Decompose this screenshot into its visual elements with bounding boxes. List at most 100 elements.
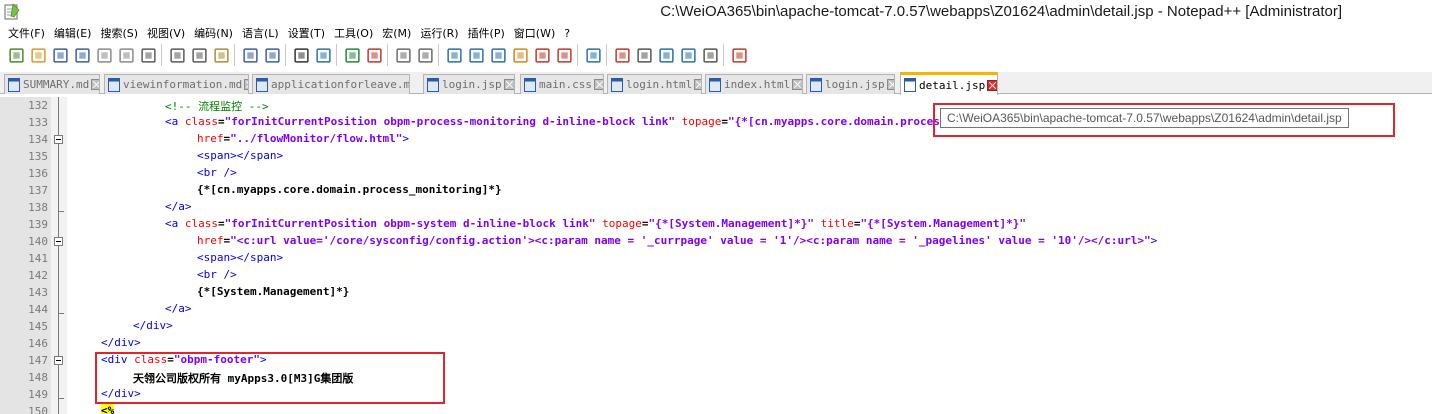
tab-login-html[interactable]: login.html [607,74,702,94]
record-icon[interactable] [611,44,633,66]
code-line[interactable]: 140 href="<c:url value='/core/sysconfig/c… [28,233,1432,250]
token-attr: class [184,115,218,128]
new-icon[interactable] [5,44,27,66]
fold-toggle[interactable] [54,135,63,144]
zoom-in-icon[interactable] [341,44,363,66]
token-plain: {*[System.Management]*} [197,285,350,298]
toolbar-separator [577,44,580,66]
menu-item[interactable]: 窗口(W) [510,25,560,41]
stop-icon[interactable] [633,44,655,66]
close-icon[interactable] [244,79,248,90]
copy-icon[interactable] [188,44,210,66]
menu-item[interactable]: 运行(R) [416,25,463,41]
menu-item[interactable]: 文件(F) [4,25,50,41]
code-text: <!-- 流程监控 --> [165,98,269,114]
redo-icon[interactable] [261,44,283,66]
menu-item[interactable]: 语言(L) [238,25,284,41]
file-icon [108,77,120,92]
undo-icon[interactable] [239,44,261,66]
code-line[interactable]: 138 </a> [28,199,1432,216]
play-multi-icon[interactable] [677,44,699,66]
sync-v-icon[interactable] [392,44,414,66]
close-icon[interactable] [792,79,802,90]
fold-toggle[interactable] [54,356,63,365]
save-all-icon[interactable] [71,44,93,66]
code-text: href="../flowMonitor/flow.html"> [197,132,409,145]
spellcheck-icon[interactable] [728,44,750,66]
replace-icon[interactable] [312,44,334,66]
line-number: 145 [28,320,48,333]
token-tag: > [1150,234,1158,247]
close-icon[interactable] [886,79,894,90]
menu-item[interactable]: 视图(V) [143,25,190,41]
fold-toggle[interactable] [54,237,63,246]
open-icon[interactable] [27,44,49,66]
cut-icon[interactable] [166,44,188,66]
menu-item[interactable]: ? [560,27,575,40]
code-line[interactable]: 137 {*[cn.myapps.core.domain.process_moni… [28,182,1432,199]
code-text: {*[System.Management]*} [197,285,349,298]
save-icon[interactable] [49,44,71,66]
fold-end-marker [58,313,64,314]
code-line[interactable]: 146 </div> [28,335,1432,352]
function-list-icon[interactable] [531,44,553,66]
menu-item[interactable]: 编码(N) [190,25,238,41]
fold-guide-line [58,97,59,414]
doc-map-icon[interactable] [509,44,531,66]
token-tag: <a [165,217,185,230]
close-icon[interactable] [93,44,115,66]
code-line[interactable]: 141 <span></span> [28,250,1432,267]
code-line[interactable]: 150 <% [28,403,1432,414]
token-val: "../flowMonitor/flow.html" [230,132,403,145]
token-plain: = [218,115,225,128]
close-icon[interactable] [91,79,99,90]
file-icon [611,77,623,92]
folder-icon[interactable] [553,44,575,66]
print-icon[interactable] [137,44,159,66]
fold-margin [51,97,67,414]
menu-item[interactable]: 宏(M) [378,25,416,41]
close-icon[interactable] [694,79,701,90]
monitor-icon[interactable] [582,44,604,66]
code-line[interactable]: 139 <a class="forInitCurrentPosition obpm… [28,216,1432,233]
tab-label: index.html [724,78,791,91]
code-line[interactable]: 136 <br /> [28,165,1432,182]
tab-detail-jsp[interactable]: detail.jsp [900,72,998,95]
tab-applicationforleave-md[interactable]: applicationforleave.md [252,74,410,94]
indent-guide-icon[interactable] [487,44,509,66]
code-line[interactable]: 144 </a> [28,301,1432,318]
play-icon[interactable] [655,44,677,66]
save-macro-icon[interactable] [699,44,721,66]
menu-item[interactable]: 工具(O) [330,25,378,41]
code-line[interactable]: 145 </div> [28,318,1432,335]
close-icon[interactable] [593,79,603,90]
tab-main-css[interactable]: main.css [520,74,604,94]
code-line[interactable]: 142 <br /> [28,267,1432,284]
tab-summary-md[interactable]: SUMMARY.md [4,74,100,94]
token-val: "{*[System.Management]*}" [648,217,815,230]
wrap-icon[interactable] [443,44,465,66]
code-text: {*[cn.myapps.core.domain.process_monitor… [197,183,502,196]
close-all-icon[interactable] [115,44,137,66]
code-line[interactable]: 135 <span></span> [28,148,1432,165]
tab-index-html[interactable]: index.html [705,74,803,94]
menu-item[interactable]: 插件(P) [464,25,510,41]
all-chars-icon[interactable] [465,44,487,66]
tab-viewinformation-md[interactable]: viewinformation.md [104,74,249,94]
close-icon[interactable] [503,79,514,90]
close-icon[interactable] [987,79,997,91]
menu-item[interactable]: 设置(T) [284,25,330,41]
find-icon[interactable] [290,44,312,66]
menu-item[interactable]: 编辑(E) [50,25,97,41]
zoom-out-icon[interactable] [363,44,385,66]
sync-h-icon[interactable] [414,44,436,66]
fold-end-marker [58,211,64,212]
line-number: 137 [28,184,48,197]
token-plain: = [218,217,225,230]
line-number: 150 [28,405,48,414]
code-line[interactable]: 143 {*[System.Management]*} [28,284,1432,301]
tab-login-jsp[interactable]: login.jsp [423,74,515,94]
tab-login-jsp[interactable]: login.jsp [806,74,895,94]
menu-item[interactable]: 搜索(S) [96,25,143,41]
paste-icon[interactable] [210,44,232,66]
